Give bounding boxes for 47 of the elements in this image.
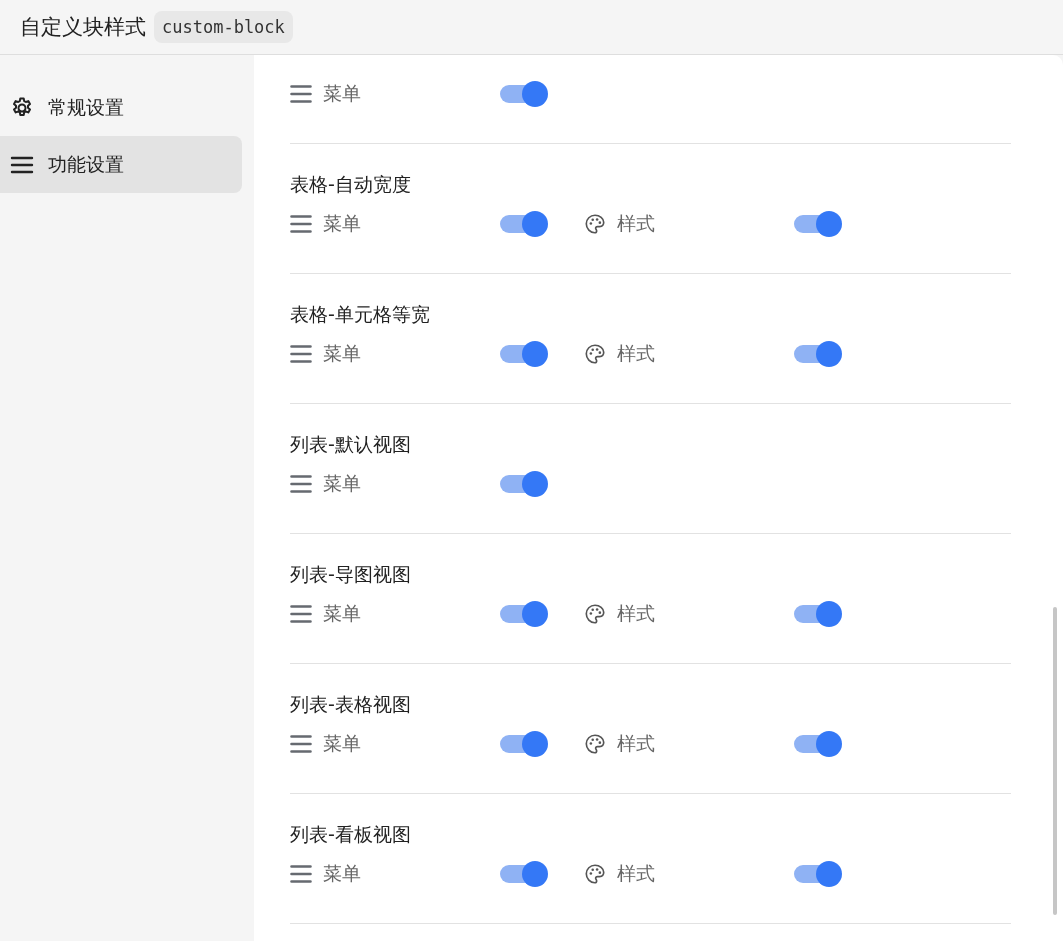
palette-icon: [584, 733, 606, 755]
menu-icon: [290, 604, 312, 624]
toggle-label: 菜单: [323, 861, 362, 886]
menu-icon: [290, 84, 312, 104]
setting-title: 列表-看板视图: [290, 822, 412, 846]
toggle-label: 菜单: [323, 341, 362, 366]
sidebar-item[interactable]: 功能设置: [0, 136, 242, 193]
toggle-label: 菜单: [323, 731, 362, 756]
sidebar-item[interactable]: 常规设置: [0, 79, 242, 136]
scrollbar[interactable]: [1053, 607, 1057, 915]
toggle-label: 菜单: [323, 211, 362, 236]
toggle-switch[interactable]: [794, 211, 842, 237]
toggle-switch[interactable]: [500, 211, 548, 237]
toggle-label: 样式: [617, 861, 656, 886]
toggle-switch[interactable]: [794, 861, 842, 887]
toggle-label: 菜单: [323, 471, 362, 496]
palette-icon: [584, 213, 606, 235]
setting-title: 表格-单元格等宽: [290, 302, 431, 326]
toggle-switch[interactable]: [500, 861, 548, 887]
toggle-switch[interactable]: [500, 731, 548, 757]
setting-title: 列表-默认视图: [290, 432, 412, 456]
block-name-code: custom-block: [154, 11, 293, 43]
toggle-label: 样式: [617, 731, 656, 756]
menu-icon: [290, 214, 312, 234]
palette-icon: [584, 863, 606, 885]
page-title: 自定义块样式: [20, 14, 146, 41]
palette-icon: [584, 343, 606, 365]
toggle-switch[interactable]: [794, 731, 842, 757]
toggle-switch[interactable]: [794, 601, 842, 627]
toggle-label: 菜单: [323, 601, 362, 626]
setting-title: 列表-导图视图: [290, 562, 412, 586]
toggle-label: 样式: [617, 341, 656, 366]
palette-icon: [584, 603, 606, 625]
setting-title: 表格-自动宽度: [290, 172, 412, 196]
menu-icon: [290, 864, 312, 884]
menu-icon: [290, 734, 312, 754]
menu-icon: [290, 344, 312, 364]
menu-icon: [290, 474, 312, 494]
toggle-label: 菜单: [323, 81, 362, 106]
toggle-switch[interactable]: [500, 81, 548, 107]
toggle-switch[interactable]: [794, 341, 842, 367]
toggle-label: 样式: [617, 211, 656, 236]
toggle-switch[interactable]: [500, 601, 548, 627]
toggle-switch[interactable]: [500, 471, 548, 497]
toggle-label: 样式: [617, 601, 656, 626]
setting-title: 列表-表格视图: [290, 692, 412, 716]
toggle-switch[interactable]: [500, 341, 548, 367]
